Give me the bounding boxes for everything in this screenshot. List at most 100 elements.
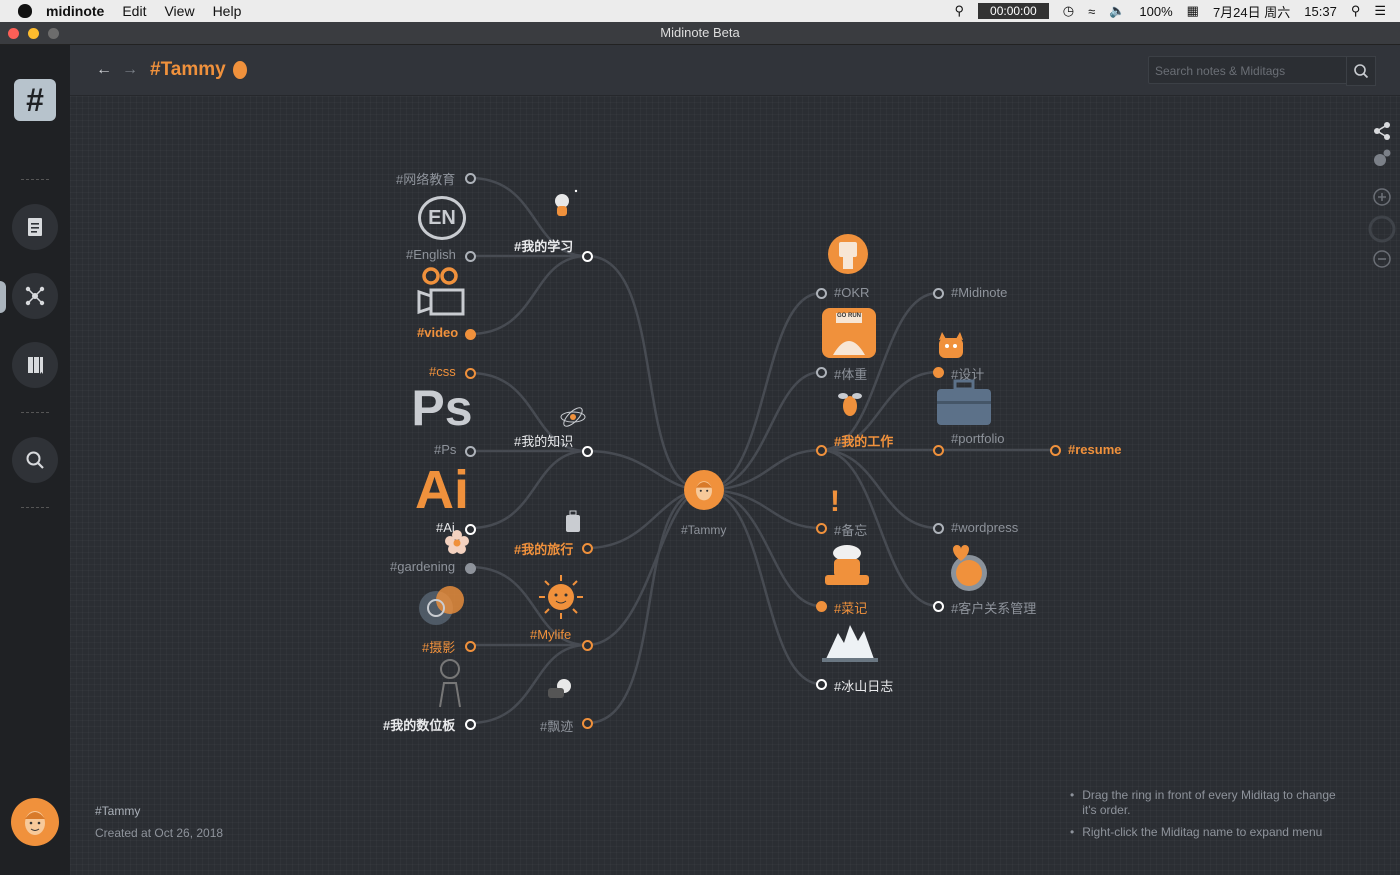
timer-status[interactable]: 00:00:00 — [978, 3, 1049, 19]
hub-ring[interactable] — [816, 288, 827, 299]
hub-label-memo[interactable]: #备忘 — [834, 520, 867, 539]
atom-icon — [556, 400, 590, 434]
page-title-text: #Tammy — [150, 59, 226, 80]
leaf-ring[interactable] — [933, 601, 944, 612]
hub-label-travel[interactable]: #我的旅行 — [514, 539, 573, 558]
leaf-ring[interactable] — [933, 445, 944, 456]
menu-view[interactable]: View — [164, 3, 194, 19]
layout-toggle-button[interactable] — [1364, 146, 1400, 170]
leaf-label-css[interactable]: #css — [429, 364, 456, 379]
bee-icon — [834, 386, 866, 420]
astronaut-icon — [538, 182, 586, 228]
notes-button[interactable] — [12, 204, 58, 250]
miditag-map-canvas[interactable]: #Tammy #我的学习 #我的知识 #我的旅行 #Mylife #飘迹 #网络… — [70, 96, 1400, 875]
leaf-label-wordpress[interactable]: #wordpress — [951, 520, 1018, 535]
leaf-ring[interactable] — [465, 329, 476, 340]
leaf-label-photography[interactable]: #摄影 — [422, 637, 455, 656]
center-avatar-node[interactable] — [684, 470, 724, 510]
tip-item: • Right-click the Miditag name to expand … — [1070, 825, 1323, 839]
leaf-ring[interactable] — [1050, 445, 1061, 456]
hub-ring[interactable] — [582, 718, 593, 729]
wifi-status-icon[interactable]: ≈ — [1088, 4, 1095, 19]
network-icon — [25, 286, 45, 306]
hub-label-mylife[interactable]: #Mylife — [530, 627, 571, 642]
leaf-ring[interactable] — [465, 368, 476, 379]
avatar-emoji-icon — [232, 60, 247, 79]
close-window-button[interactable] — [8, 28, 19, 39]
leaf-label-midinote[interactable]: #Midinote — [951, 285, 1007, 300]
apple-icon[interactable] — [18, 4, 32, 18]
leaf-label-english[interactable]: #English — [406, 247, 456, 262]
miditag-map-button[interactable] — [12, 273, 58, 319]
leaf-ring[interactable] — [465, 251, 476, 262]
exclamation-icon: ! — [830, 485, 840, 518]
leaf-ring[interactable] — [465, 446, 476, 457]
hub-ring[interactable] — [816, 445, 827, 456]
leaf-label-resume[interactable]: #resume — [1068, 442, 1121, 457]
hub-label-recipes[interactable]: #菜记 — [834, 598, 867, 617]
leaf-label-gardening[interactable]: #gardening — [390, 559, 455, 574]
leaf-label-ps[interactable]: #Ps — [434, 442, 456, 457]
hub-ring[interactable] — [582, 543, 593, 554]
leaf-ring[interactable] — [465, 563, 476, 574]
sketch-figure-icon — [430, 656, 470, 710]
search-status-icon[interactable]: ⚲ — [954, 3, 964, 19]
hub-ring[interactable] — [816, 679, 827, 690]
zoom-slider-knob[interactable] — [1364, 212, 1400, 246]
face-icon — [696, 481, 712, 501]
share-icon — [1374, 122, 1390, 140]
zoom-in-button[interactable] — [1364, 186, 1400, 208]
hub-label-study[interactable]: #我的学习 — [514, 236, 573, 255]
back-arrow-icon[interactable]: ← — [96, 61, 112, 79]
hub-label-okr[interactable]: #OKR — [834, 285, 869, 300]
leaf-ring[interactable] — [465, 173, 476, 184]
bookmarks-button[interactable] — [12, 342, 58, 388]
notification-center-icon[interactable]: ☰ — [1374, 3, 1386, 19]
hub-label-trace[interactable]: #飘迹 — [540, 716, 573, 735]
time-status[interactable]: 15:37 — [1304, 4, 1337, 19]
leaf-label-video[interactable]: #video — [417, 325, 458, 340]
leaf-label-online-edu[interactable]: #网络教育 — [396, 169, 455, 188]
zoom-window-button[interactable] — [48, 28, 59, 39]
center-tag-label[interactable]: #Tammy — [681, 523, 726, 537]
share-button[interactable] — [1364, 118, 1400, 144]
clock-status-icon[interactable]: ◷ — [1063, 3, 1074, 19]
zoom-out-button[interactable] — [1364, 248, 1400, 270]
forward-arrow-icon[interactable]: → — [122, 61, 138, 79]
hub-ring[interactable] — [816, 601, 827, 612]
hub-label-work[interactable]: #我的工作 — [834, 431, 893, 450]
hub-label-weight[interactable]: #体重 — [834, 364, 867, 383]
leaf-label-tablet[interactable]: #我的数位板 — [383, 715, 455, 734]
spotlight-icon[interactable]: ⚲ — [1351, 3, 1361, 19]
hub-ring[interactable] — [816, 367, 827, 378]
input-method-icon[interactable]: ▦ — [1187, 3, 1199, 19]
app-logo-icon[interactable]: # — [14, 79, 56, 121]
hub-ring[interactable] — [582, 251, 593, 262]
leaf-ring[interactable] — [933, 367, 944, 378]
app-menu[interactable]: midinote — [46, 3, 104, 19]
hub-ring[interactable] — [816, 523, 827, 534]
user-avatar[interactable] — [11, 798, 59, 846]
leaf-label-crm[interactable]: #客户关系管理 — [951, 598, 1036, 617]
tip-item: • Drag the ring in front of every Miditag… — [1070, 788, 1340, 818]
scale-icon: GO RUN — [820, 306, 878, 360]
hub-label-iceberg[interactable]: #冰山日志 — [834, 676, 893, 695]
search-input[interactable]: Search notes & Miditags — [1148, 56, 1352, 84]
document-icon — [28, 218, 42, 236]
hub-ring[interactable] — [582, 640, 593, 651]
leaf-ring[interactable] — [465, 719, 476, 730]
volume-status-icon[interactable]: 🔈 — [1109, 3, 1125, 19]
date-status[interactable]: 7月24日 周六 — [1213, 2, 1290, 21]
search-submit-button[interactable] — [1346, 56, 1376, 86]
leaf-ring[interactable] — [465, 641, 476, 652]
menu-edit[interactable]: Edit — [122, 3, 146, 19]
menu-help[interactable]: Help — [213, 3, 242, 19]
ps-icon-text: Ps — [411, 380, 473, 436]
leaf-label-portfolio[interactable]: #portfolio — [951, 431, 1004, 446]
battery-status[interactable]: 100% — [1139, 4, 1172, 19]
minimize-window-button[interactable] — [28, 28, 39, 39]
hub-ring[interactable] — [582, 446, 593, 457]
leaf-ring[interactable] — [933, 288, 944, 299]
search-button[interactable] — [12, 437, 58, 483]
leaf-ring[interactable] — [933, 523, 944, 534]
